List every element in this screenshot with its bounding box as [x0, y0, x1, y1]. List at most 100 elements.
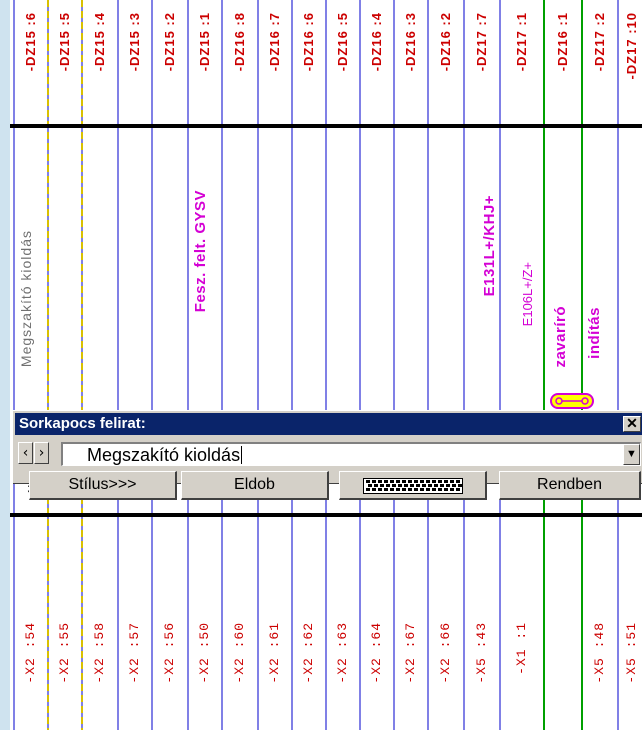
keyboard-key: [432, 480, 436, 483]
bottom-terminal-label: -X1 :1: [514, 622, 529, 675]
top-terminal-label: -DZ17 :1: [514, 12, 529, 72]
dialog-titlebar: Sorkapocs felirat: ✕: [15, 413, 642, 435]
keyboard-key: [456, 480, 460, 483]
keyboard-key: [404, 484, 408, 487]
bottom-terminal-label: -X5 :48: [592, 622, 607, 684]
keyboard-key: [396, 480, 400, 483]
bottom-terminal-label: -X2 :62: [301, 622, 316, 684]
keyboard-key: [420, 480, 424, 483]
top-terminal-label: -DZ15 :1: [197, 12, 212, 72]
keyboard-key: [372, 480, 376, 483]
top-terminal-label: -DZ17 :2: [592, 12, 607, 72]
keyboard-key: [426, 488, 430, 491]
top-terminal-label: -DZ16 :8: [232, 12, 247, 72]
keyboard-key: [410, 484, 414, 487]
top-terminal-label: -DZ16 :6: [301, 12, 316, 72]
keyboard-key: [408, 488, 412, 491]
top-terminal-label: -DZ16 :7: [267, 12, 282, 72]
top-terminal-label: -DZ16 :3: [403, 12, 418, 72]
keyboard-key: [378, 480, 382, 483]
keyboard-key: [384, 488, 388, 491]
keyboard-key: [440, 484, 444, 487]
top-terminal-label: -DZ15 :3: [127, 12, 142, 72]
top-terminal-label: -DZ16 :4: [369, 12, 384, 72]
top-terminal-label: -DZ16 :1: [555, 12, 570, 72]
keyboard-key: [444, 488, 448, 491]
desc-fesz: Fesz. felt. GYSV: [192, 190, 209, 313]
keyboard-key: [444, 480, 448, 483]
keyboard-key: [426, 480, 430, 483]
keyboard-key: [378, 488, 382, 491]
keyboard-key: [422, 484, 426, 487]
keyboard-key: [390, 488, 394, 491]
keyboard-key: [452, 484, 456, 487]
bottom-terminal-label: -X2 :61: [267, 622, 282, 684]
top-terminal-label: -DZ15 :6: [23, 12, 38, 72]
chevron-right-icon[interactable]: ›: [34, 442, 49, 464]
dialog-title: Sorkapocs felirat:: [19, 415, 146, 432]
dropdown-arrow-icon[interactable]: ▼: [623, 444, 640, 465]
keyboard-key: [434, 484, 438, 487]
bottom-terminal-label: -X2 :50: [197, 622, 212, 684]
keyboard-key: [392, 484, 396, 487]
keyboard-key: [414, 488, 418, 491]
ok-button[interactable]: Rendben: [499, 471, 641, 500]
text-caret: [241, 446, 243, 464]
keyboard-key: [414, 480, 418, 483]
desc-megszakito: Megszakító kioldás: [18, 230, 34, 368]
style-button[interactable]: Stílus>>>: [29, 471, 177, 500]
keyboard-key: [428, 484, 432, 487]
keyboard-key: [366, 488, 370, 491]
keyboard-key: [446, 484, 450, 487]
desc-inditas: indítás: [586, 307, 603, 359]
keyboard-key: [386, 484, 390, 487]
keyboard-key: [416, 484, 420, 487]
keyboard-key: [372, 488, 376, 491]
close-icon[interactable]: ✕: [623, 416, 641, 432]
top-terminal-label: -DZ16 :5: [335, 12, 350, 72]
keyboard-key: [396, 488, 400, 491]
top-terminal-label: -DZ17 :7: [474, 12, 489, 72]
keyboard-key: [432, 488, 436, 491]
keyboard-key: [450, 480, 454, 483]
desc-e131: E131L+/KHJ+: [481, 195, 498, 297]
bottom-terminal-label: -X2 :63: [335, 622, 350, 684]
keyboard-key: [438, 488, 442, 491]
keyboard-key: [402, 480, 406, 483]
top-terminal-label: -DZ17 :10: [624, 12, 639, 80]
desc-e106: E106L+/Z+: [520, 262, 535, 327]
keyboard-key: [456, 488, 460, 491]
bottom-terminal-label: -X5 :51: [624, 622, 639, 684]
terminal-label-dialog: Sorkapocs felirat: ✕ ‹ › Megszakító kiol…: [12, 410, 642, 500]
keyboard-key: [390, 480, 394, 483]
top-terminal-label: -DZ15 :5: [57, 12, 72, 72]
keyboard-key: [374, 484, 378, 487]
keyboard-key: [450, 488, 454, 491]
keyboard-key: [384, 480, 388, 483]
bottom-terminal-label: -X2 :55: [57, 622, 72, 684]
bottom-terminal-label: -X2 :56: [162, 622, 177, 684]
discard-button[interactable]: Eldob: [181, 471, 329, 500]
label-combobox[interactable]: Megszakító kioldás ▼: [61, 442, 641, 466]
keyboard-key: [368, 484, 372, 487]
bottom-terminal-label: -X2 :67: [403, 622, 418, 684]
keyboard-key: [402, 488, 406, 491]
label-input-text[interactable]: Megszakító kioldás: [87, 445, 243, 465]
bottom-terminal-label: -X2 :60: [232, 622, 247, 684]
chevron-left-icon[interactable]: ‹: [18, 442, 33, 464]
keyboard-button[interactable]: [339, 471, 487, 500]
bottom-terminal-label: -X2 :58: [92, 622, 107, 684]
top-terminal-label: -DZ15 :4: [92, 12, 107, 72]
keyboard-key: [398, 484, 402, 487]
keyboard-key: [420, 488, 424, 491]
keyboard-key: [458, 484, 462, 487]
keyboard-key: [438, 480, 442, 483]
bottom-terminal-label: -X2 :64: [369, 622, 384, 684]
bottom-terminal-label: -X5 :43: [474, 622, 489, 684]
keyboard-key: [366, 480, 370, 483]
bottom-terminal-label: -X2 :54: [23, 622, 38, 684]
keyboard-key: [380, 484, 384, 487]
terminal-strip-sheet: -DZ15 :6-X2 :543-DZ15 :5-X2 :553-DZ15 :4…: [0, 0, 642, 730]
keyboard-key: [408, 480, 412, 483]
keyboard-icon: [363, 478, 463, 494]
